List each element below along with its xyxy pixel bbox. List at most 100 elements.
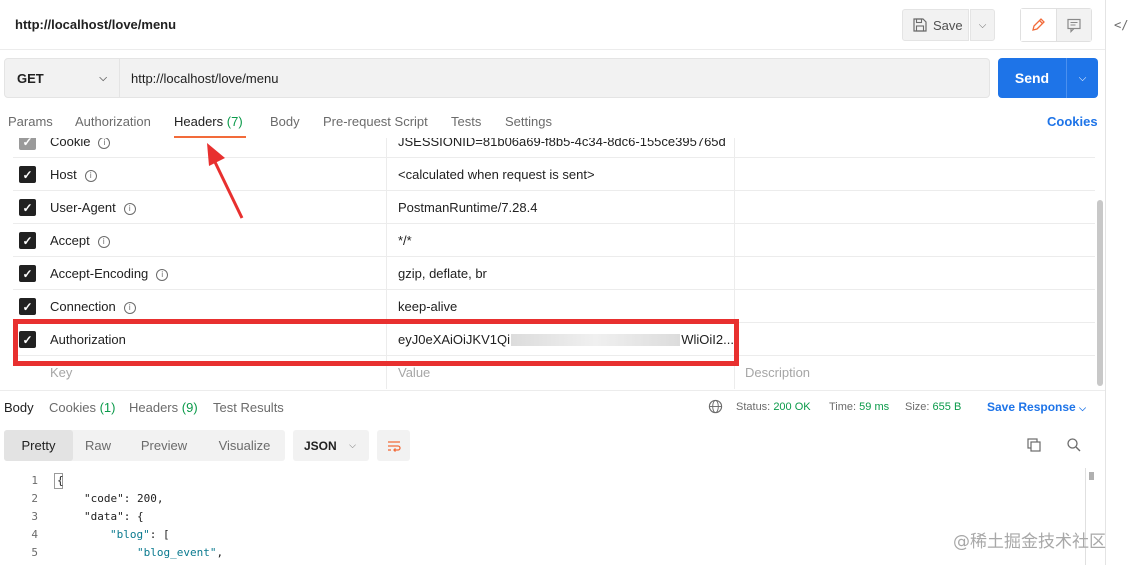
view-preview-button[interactable]: Preview xyxy=(128,430,200,461)
status-info[interactable]: Status: 200 OK xyxy=(736,401,811,413)
comment-mode-button[interactable] xyxy=(1056,9,1091,41)
method-select[interactable]: GET ⌵ xyxy=(4,58,120,98)
info-icon[interactable]: i xyxy=(156,268,169,281)
header-value[interactable]: */* xyxy=(388,224,735,257)
tab-test-results[interactable]: Test Results xyxy=(213,400,284,415)
header-description[interactable] xyxy=(736,323,1095,356)
header-value[interactable]: gzip, deflate, br xyxy=(388,257,735,290)
table-row: ✓ Accept i */* xyxy=(13,224,1095,257)
row-checkbox[interactable]: ✓ xyxy=(19,232,36,249)
row-checkbox[interactable]: ✓ xyxy=(19,138,36,150)
headers-scrollbar[interactable] xyxy=(1097,200,1103,386)
tab-response-headers[interactable]: Headers (9) xyxy=(129,400,198,415)
header-description[interactable] xyxy=(736,158,1095,191)
code-line: 2 "code": 200, xyxy=(0,492,1080,510)
save-response-button[interactable]: Save Response ⌵ xyxy=(987,400,1086,414)
highlight-annotation xyxy=(13,319,739,366)
tab-response-cookies[interactable]: Cookies (1) xyxy=(49,400,115,415)
tab-authorization[interactable]: Authorization xyxy=(75,114,151,129)
table-row: ✓ Accept-Encoding i gzip, deflate, br xyxy=(13,257,1095,290)
view-raw-button[interactable]: Raw xyxy=(73,430,123,461)
row-checkbox[interactable]: ✓ xyxy=(19,265,36,282)
value-placeholder: Value xyxy=(398,365,431,380)
key-placeholder: Key xyxy=(50,365,73,380)
code-scrollbar[interactable] xyxy=(1089,472,1094,480)
header-value[interactable]: <calculated when request is sent> xyxy=(388,158,735,191)
tab-body[interactable]: Body xyxy=(270,114,300,129)
code-icon[interactable]: </ xyxy=(1114,18,1128,32)
info-icon[interactable]: i xyxy=(84,169,97,182)
code-line: 4 "blog": [ xyxy=(0,528,1080,546)
line-number: 3 xyxy=(31,510,38,523)
request-tab-title[interactable]: http://localhost/love/menu xyxy=(15,17,176,32)
header-value[interactable]: PostmanRuntime/7.28.4 xyxy=(388,191,735,224)
wrap-lines-button[interactable] xyxy=(377,430,410,461)
send-button[interactable]: Send xyxy=(998,58,1066,98)
globe-icon[interactable] xyxy=(708,399,723,414)
info-icon[interactable]: i xyxy=(98,138,111,149)
header-description[interactable] xyxy=(736,290,1095,323)
tab-settings[interactable]: Settings xyxy=(505,114,552,129)
url-input[interactable]: http://localhost/love/menu xyxy=(120,58,990,98)
header-key: Host i xyxy=(50,167,97,182)
edit-mode-button[interactable] xyxy=(1021,9,1057,41)
row-checkbox[interactable]: ✓ xyxy=(19,166,36,183)
save-options-button[interactable]: ⌵ xyxy=(970,9,995,41)
table-row: ✓ Host i <calculated when request is sent… xyxy=(13,158,1095,191)
row-checkbox[interactable]: ✓ xyxy=(19,199,36,216)
save-label: Save xyxy=(933,17,963,33)
row-checkbox[interactable]: ✓ xyxy=(19,298,36,315)
code-line: 5 "blog_event", xyxy=(0,546,1080,564)
response-body-code[interactable]: 1 { 2 "code": 200, 3 "data": { 4 "blog":… xyxy=(0,472,1085,565)
code-text: "code": 200, xyxy=(84,492,164,505)
code-line: 3 "data": { xyxy=(0,510,1080,528)
response-view-selector: Pretty Raw Preview Visualize xyxy=(4,430,285,461)
tab-pre-request-script[interactable]: Pre-request Script xyxy=(323,114,428,129)
new-description-cell[interactable]: Description xyxy=(736,356,1095,389)
header-description[interactable] xyxy=(736,224,1095,257)
size-info[interactable]: Size: 655 B xyxy=(905,401,961,413)
tab-response-body[interactable]: Body xyxy=(4,400,34,415)
header-key: Connection i xyxy=(50,299,136,314)
line-number: 5 xyxy=(31,546,38,559)
header-description[interactable] xyxy=(736,191,1095,224)
pencil-icon xyxy=(1032,18,1046,31)
caret-down-icon: ⌵ xyxy=(978,19,987,31)
chevron-down-icon: ⌵ xyxy=(99,73,107,84)
info-icon[interactable]: i xyxy=(97,235,110,248)
header-key: Accept-Encoding i xyxy=(50,266,169,281)
search-icon[interactable] xyxy=(1066,437,1082,453)
cookies-link[interactable]: Cookies xyxy=(1047,114,1098,129)
header-key-cell[interactable]: ✓ Accept-Encoding i xyxy=(13,257,387,290)
view-pretty-button[interactable]: Pretty xyxy=(4,430,73,461)
header-value[interactable]: JSESSIONID=81b06a69-f8b5-4c34-8dc6-155ce… xyxy=(388,138,735,158)
tab-headers[interactable]: Headers (7) xyxy=(174,114,243,129)
code-text: "blog": [ xyxy=(110,528,170,541)
request-tabs: Params Authorization Headers (7) Body Pr… xyxy=(0,108,1105,138)
header-description[interactable] xyxy=(736,138,1095,158)
save-button[interactable]: Save xyxy=(902,9,969,41)
line-number: 1 xyxy=(31,474,38,487)
send-options-button[interactable]: ⌵ xyxy=(1066,58,1098,98)
tab-headers-label: Headers xyxy=(174,114,224,129)
info-icon[interactable]: i xyxy=(123,202,136,215)
time-info[interactable]: Time: 59 ms xyxy=(829,401,889,413)
header-key-cell[interactable]: ✓ Accept i xyxy=(13,224,387,257)
chevron-down-icon: ⌵ xyxy=(349,440,356,450)
tab-params[interactable]: Params xyxy=(8,114,53,129)
view-visualize-button[interactable]: Visualize xyxy=(207,430,282,461)
format-label: JSON xyxy=(304,438,337,453)
header-key: Accept i xyxy=(50,233,110,248)
copy-icon[interactable] xyxy=(1026,437,1042,453)
chevron-down-icon: ⌵ xyxy=(1078,72,1087,84)
tab-headers-count: (7) xyxy=(226,114,243,129)
code-text: "blog_event", xyxy=(137,546,224,559)
header-description[interactable] xyxy=(736,257,1095,290)
red-arrow-annotation xyxy=(207,143,244,219)
format-select[interactable]: JSON ⌵ xyxy=(293,430,369,461)
view-mode-toggle xyxy=(1020,8,1092,42)
table-row: ✓ User-Agent i PostmanRuntime/7.28.4 xyxy=(13,191,1095,224)
chevron-down-icon: ⌵ xyxy=(1079,403,1086,413)
tab-tests[interactable]: Tests xyxy=(451,114,481,129)
info-icon[interactable]: i xyxy=(123,301,136,314)
